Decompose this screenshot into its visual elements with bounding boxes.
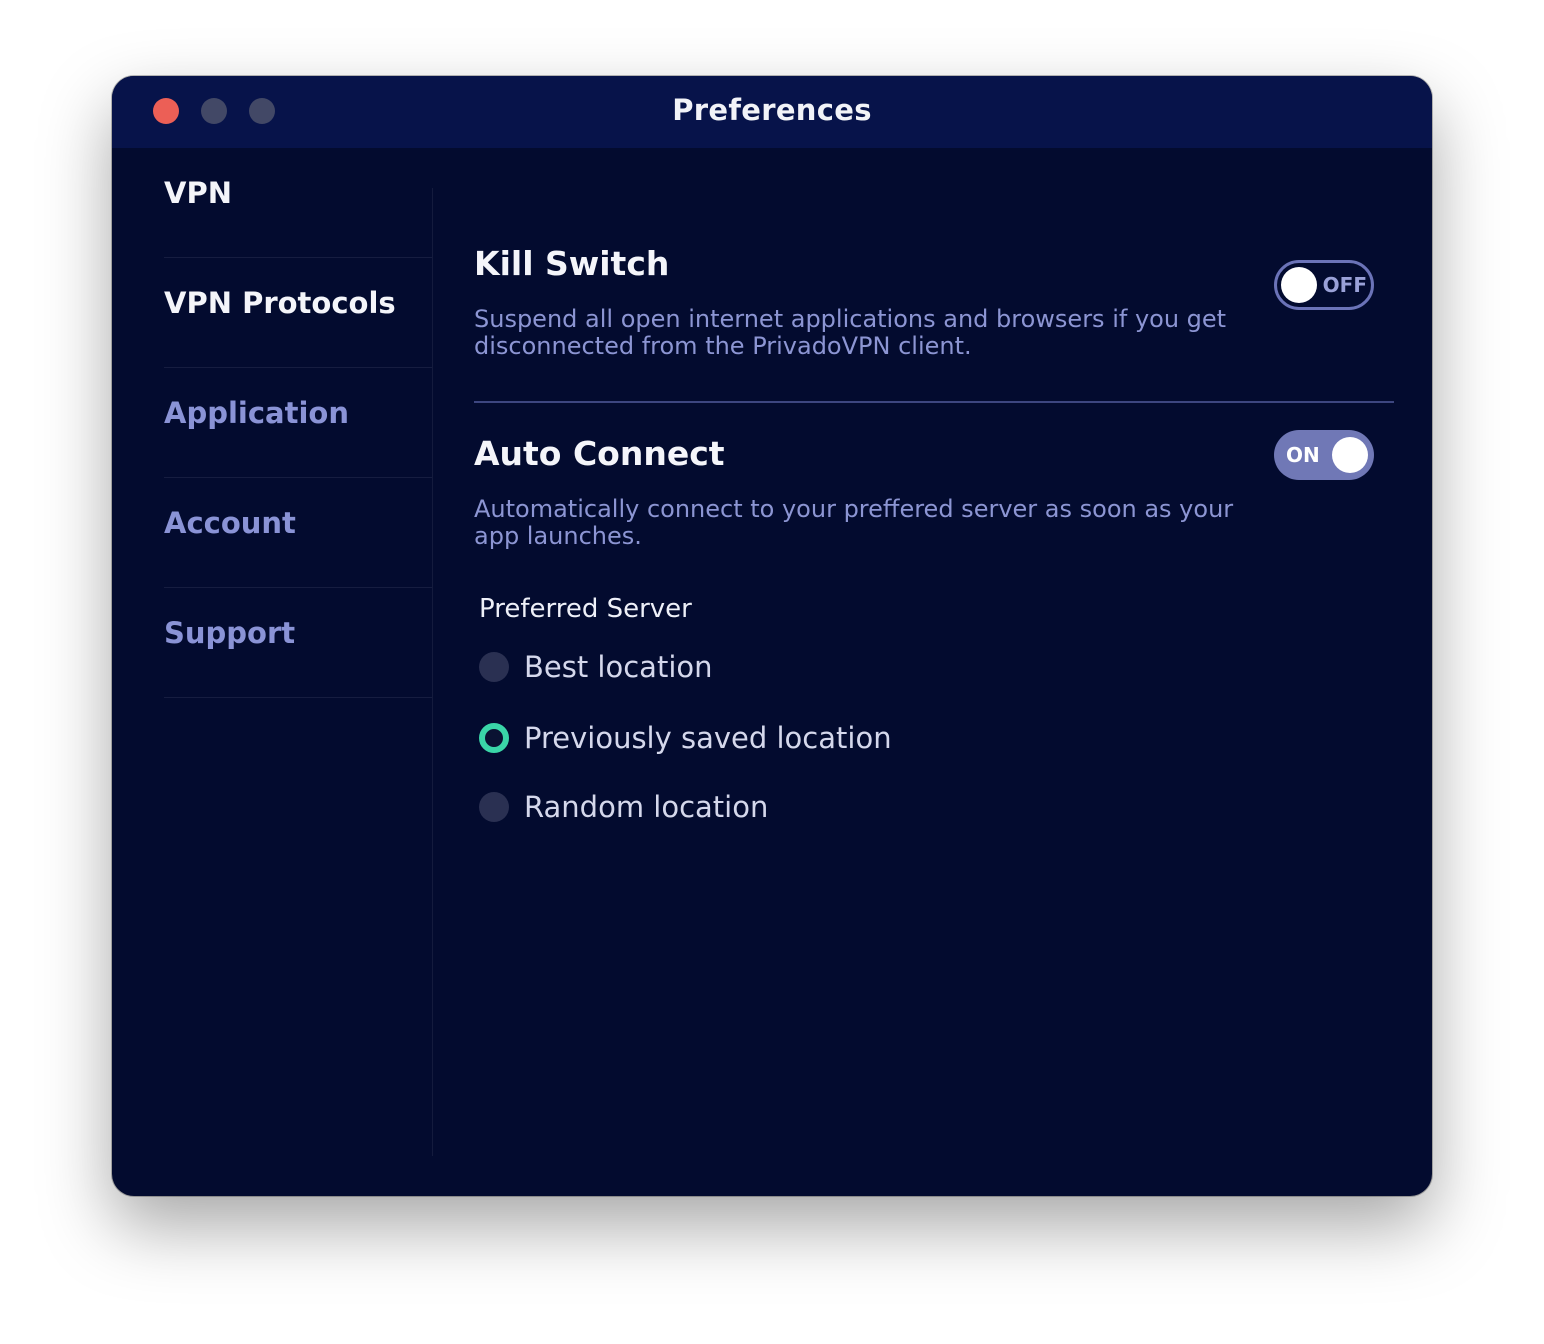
sidebar-item-label: Application — [164, 396, 349, 430]
toggle-knob — [1332, 437, 1368, 473]
radio-button[interactable] — [479, 792, 509, 822]
sidebar-item-label: Account — [164, 506, 296, 540]
section-divider — [474, 401, 1394, 403]
toggle-state-label: ON — [1286, 443, 1320, 467]
title-bar[interactable]: Preferences — [112, 76, 1432, 148]
sidebar-item-label: Support — [164, 616, 296, 650]
sidebar-item-label: VPN — [164, 176, 232, 210]
kill-switch-toggle[interactable]: OFF — [1274, 260, 1374, 310]
auto-connect-toggle[interactable]: ON — [1274, 430, 1374, 480]
toggle-state-label: OFF — [1322, 273, 1367, 297]
radio-label: Random location — [524, 790, 769, 824]
radio-label: Best location — [524, 650, 713, 684]
sidebar-item-label: VPN Protocols — [164, 286, 396, 320]
radio-button-selected[interactable] — [479, 723, 509, 753]
toggle-knob — [1281, 267, 1317, 303]
preferred-server-label: Preferred Server — [479, 594, 692, 624]
sidebar-item-support[interactable]: Support — [164, 588, 432, 698]
auto-connect-description: Automatically connect to your preffered … — [474, 495, 1234, 550]
kill-switch-description: Suspend all open internet applications a… — [474, 305, 1227, 360]
kill-switch-title: Kill Switch — [474, 244, 670, 283]
sidebar-divider — [432, 188, 433, 1156]
radio-button[interactable] — [479, 652, 509, 682]
radio-label: Previously saved location — [524, 721, 892, 755]
sidebar: VPN VPN Protocols Application Account Su… — [164, 148, 432, 698]
sidebar-item-vpn[interactable]: VPN — [164, 148, 432, 258]
sidebar-item-vpn-protocols[interactable]: VPN Protocols — [164, 258, 432, 368]
sidebar-item-application[interactable]: Application — [164, 368, 432, 478]
auto-connect-title: Auto Connect — [474, 434, 725, 473]
preferences-window: Preferences VPN VPN Protocols Applicatio… — [112, 76, 1432, 1196]
sidebar-item-account[interactable]: Account — [164, 478, 432, 588]
window-title: Preferences — [672, 93, 872, 127]
